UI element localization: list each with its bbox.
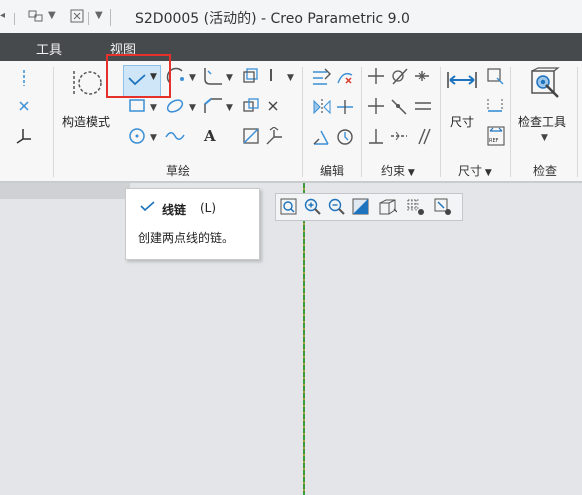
mirror-icon[interactable] [311, 97, 333, 117]
close-window-icon[interactable] [70, 9, 84, 26]
modify-icon[interactable] [311, 67, 333, 87]
window-title: S2D0005 (活动的) - Creo Parametric 9.0 [135, 11, 410, 27]
construction-point-icon[interactable] [266, 99, 280, 113]
refit-icon[interactable] [279, 197, 299, 217]
offset-icon[interactable] [242, 67, 260, 85]
repaint-icon[interactable] [351, 197, 371, 217]
midpoint-constraint-icon[interactable] [413, 67, 431, 85]
rectangle-icon[interactable] [127, 97, 147, 115]
title-bar: ◂ ▼ ▼ S2D0005 (活动的) - Creo Parametric 9.… [0, 0, 582, 33]
tangent-constraint-icon[interactable] [389, 66, 409, 86]
centerline-dropdown-icon[interactable]: ▼ [287, 73, 294, 83]
coincident-constraint-icon[interactable] [389, 97, 409, 117]
spline-icon[interactable] [164, 127, 186, 145]
group-separator [361, 67, 362, 177]
vertical-constraint-icon[interactable] [367, 67, 385, 85]
qat-separator [14, 13, 15, 25]
group-label-inspect: 检查 [533, 164, 558, 178]
tooltip-title: 线链 [162, 203, 187, 217]
equal-constraint-icon[interactable] [413, 99, 433, 113]
symmetric-constraint-icon[interactable] [389, 129, 409, 143]
chamfer-icon[interactable] [202, 96, 224, 116]
circle-icon[interactable] [127, 126, 149, 146]
perimeter-icon[interactable] [486, 67, 504, 85]
baseline-icon[interactable] [486, 97, 504, 115]
line-chain-icon [140, 201, 155, 212]
zoom-in-icon[interactable] [303, 197, 323, 217]
menu-bar: 工具 视图 [0, 33, 582, 61]
group-label-constrain[interactable]: 约束 ▼ [381, 162, 415, 179]
fillet-icon[interactable] [202, 65, 224, 87]
qat-separator [110, 9, 111, 26]
inspect-tool-icon[interactable] [528, 67, 562, 101]
datum-display-icon[interactable] [405, 197, 425, 217]
constrain-dropdown-icon[interactable]: ▼ [405, 168, 415, 178]
point-icon[interactable] [17, 99, 31, 113]
group-separator [510, 67, 511, 177]
perpendicular-constraint-icon[interactable] [367, 127, 385, 145]
group-label-edit: 编辑 [320, 164, 345, 178]
construction-mode-label[interactable]: 构造模式 [62, 113, 110, 130]
zoom-out-icon[interactable] [327, 197, 347, 217]
window-switch-dropdown-icon[interactable]: ▼ [48, 10, 56, 21]
tooltip-shortcut: (L) [200, 201, 217, 215]
centerline-icon[interactable] [270, 69, 274, 81]
group-label-dimension[interactable]: 尺寸 ▼ [458, 162, 492, 179]
chamfer-dropdown-icon[interactable]: ▼ [226, 103, 233, 113]
qat-separator [88, 12, 89, 25]
customize-qat-icon[interactable]: ▼ [95, 10, 103, 21]
parallel-constraint-icon[interactable] [413, 127, 433, 145]
tooltip: 线链 (L) 创建两点线的链。 [125, 188, 260, 260]
rectangle-dropdown-icon[interactable]: ▼ [150, 103, 157, 113]
group-separator [53, 67, 54, 177]
group-separator [440, 67, 441, 177]
graphics-toolbar [275, 193, 463, 221]
centerline-small-icon[interactable] [18, 69, 30, 87]
menu-tools[interactable]: 工具 [36, 39, 62, 58]
vertical-centerline [303, 183, 305, 495]
highlight-box [106, 54, 171, 98]
construction-mode-icon[interactable] [70, 67, 104, 99]
ellipse-icon[interactable] [165, 97, 185, 115]
fillet-dropdown-icon[interactable]: ▼ [226, 73, 233, 83]
rotate-resize-icon[interactable] [335, 127, 355, 147]
group-separator [577, 67, 578, 177]
window-switch-icon[interactable] [28, 9, 44, 26]
reference-dimension-icon[interactable]: REF [486, 125, 506, 147]
dimension-label[interactable]: 尺寸 [450, 113, 474, 130]
sketch-canvas[interactable] [0, 183, 582, 495]
inspect-tool-dropdown-icon[interactable]: ▼ [541, 133, 548, 143]
ribbon: 构造模式 ▼ ▼ ▼ ▼ ▼ ▼ ▼ ▼ A 草绘 编辑 约束 ▼ 尺寸 REF… [0, 61, 582, 181]
quick-access-arrow-icon[interactable]: ◂ [0, 10, 5, 21]
model-tree-strip [0, 183, 130, 199]
thicken-icon[interactable] [242, 97, 260, 115]
circle-dropdown-icon[interactable]: ▼ [150, 133, 157, 143]
arc-dropdown-icon[interactable]: ▼ [189, 73, 196, 83]
tooltip-description: 创建两点线的链。 [138, 231, 235, 245]
display-style-icon[interactable] [377, 197, 397, 217]
dimension-dropdown-icon[interactable]: ▼ [482, 168, 492, 178]
horizontal-constraint-icon[interactable] [367, 97, 385, 115]
group-label-sketch: 草绘 [166, 164, 191, 178]
inspect-tool-label[interactable]: 检查工具 [518, 113, 566, 130]
sketcher-display-icon[interactable] [433, 197, 453, 217]
corner-icon[interactable] [311, 127, 333, 147]
palette-icon[interactable] [264, 127, 286, 147]
ellipse-dropdown-icon[interactable]: ▼ [189, 103, 196, 113]
group-label-constrain-text: 约束 [381, 164, 406, 178]
project-icon[interactable] [242, 127, 262, 147]
delete-segment-icon[interactable] [335, 67, 355, 87]
coordinate-system-icon[interactable] [15, 127, 33, 145]
text-icon[interactable]: A [204, 127, 216, 145]
group-label-dimension-text: 尺寸 [458, 164, 483, 178]
group-separator [302, 67, 303, 177]
dimension-icon[interactable] [446, 69, 478, 91]
divide-icon[interactable] [335, 97, 355, 117]
svg-text:REF: REF [489, 138, 499, 144]
